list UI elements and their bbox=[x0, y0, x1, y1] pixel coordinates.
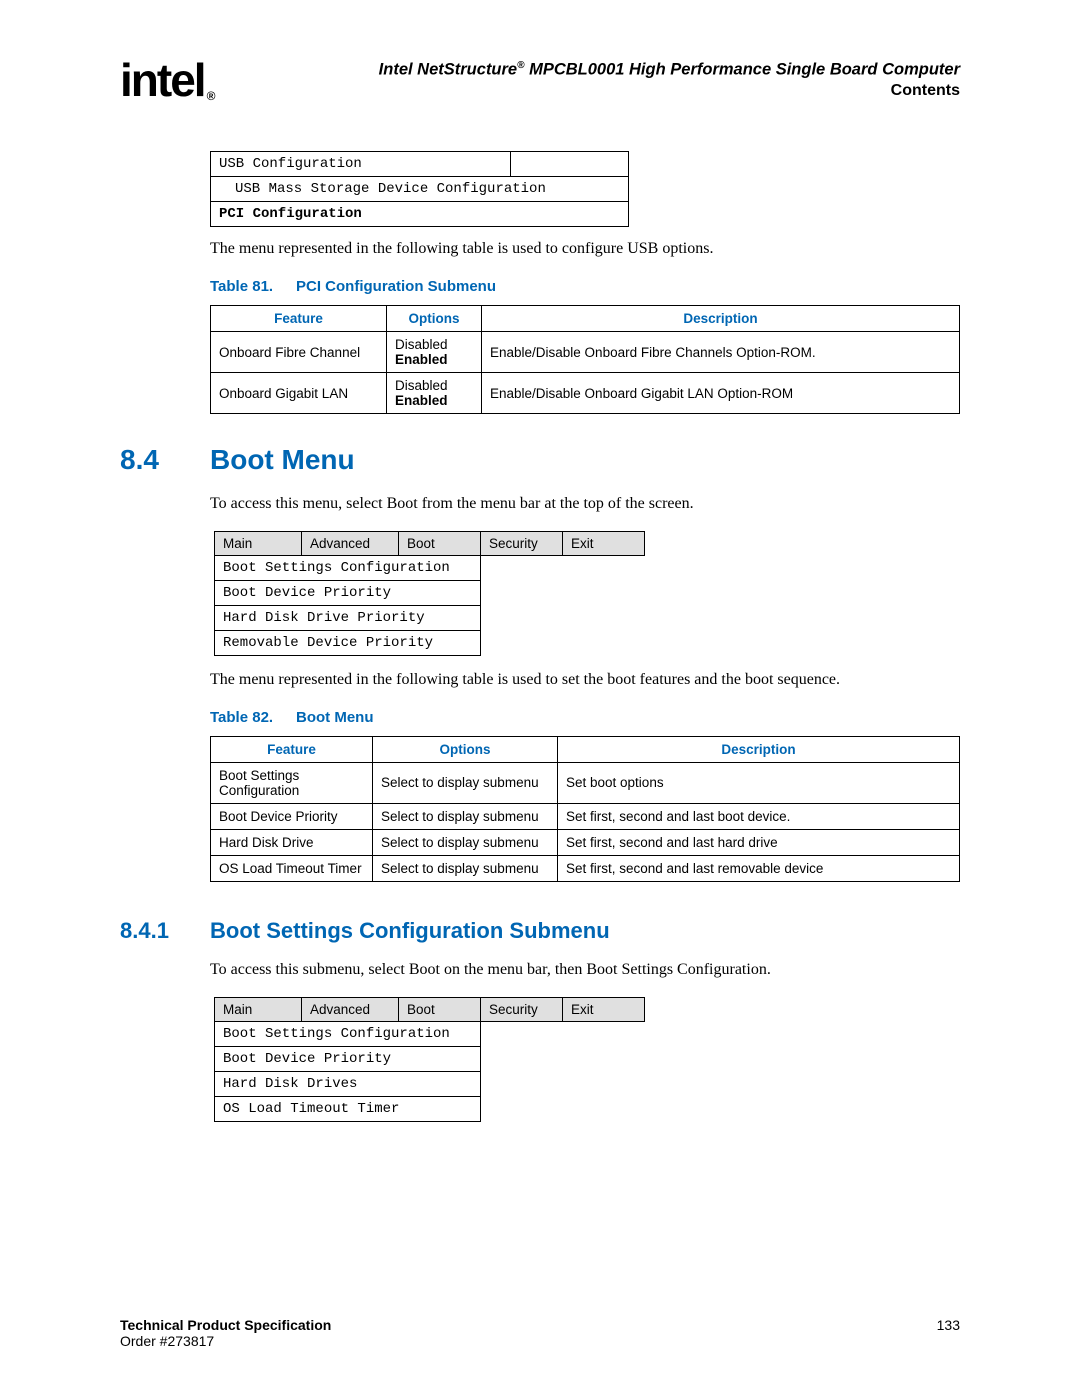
tab-main: Main bbox=[215, 997, 302, 1021]
tab-advanced: Advanced bbox=[302, 531, 399, 555]
intel-logo: intel® bbox=[120, 60, 211, 101]
tab-main: Main bbox=[215, 531, 302, 555]
tab-security: Security bbox=[481, 997, 563, 1021]
table81-caption: Table 81.PCI Configuration Submenu bbox=[210, 278, 960, 295]
table-row: Onboard Gigabit LAN DisabledEnabled Enab… bbox=[211, 373, 960, 414]
cell-options: Select to display submenu bbox=[373, 829, 558, 855]
logo-text: intel bbox=[120, 54, 205, 106]
header-text-block: Intel NetStructure® MPCBL0001 High Perfo… bbox=[241, 60, 960, 100]
cell-options: DisabledEnabled bbox=[387, 332, 482, 373]
doc-title: Intel NetStructure® MPCBL0001 High Perfo… bbox=[241, 60, 960, 80]
boot-table-paragraph: The menu represented in the following ta… bbox=[210, 670, 960, 691]
cell-desc: Set first, second and last hard drive bbox=[558, 829, 960, 855]
table82-title: Boot Menu bbox=[296, 709, 373, 726]
heading-num: 8.4.1 bbox=[120, 918, 210, 944]
cell-options: Select to display submenu bbox=[373, 803, 558, 829]
cell-feature: Onboard Fibre Channel bbox=[211, 332, 387, 373]
cell-desc: Enable/Disable Onboard Fibre Channels Op… bbox=[482, 332, 960, 373]
footer-left: Technical Product Specification Order #2… bbox=[120, 1317, 937, 1349]
menu-item: Hard Disk Drives bbox=[215, 1071, 481, 1096]
table81: Feature Options Description Onboard Fibr… bbox=[210, 305, 960, 414]
boot-settings-paragraph: To access this submenu, select Boot on t… bbox=[210, 960, 960, 981]
cell-desc: Set boot options bbox=[558, 762, 960, 803]
table-row: Feature Options Description bbox=[211, 306, 960, 332]
th-options: Options bbox=[373, 736, 558, 762]
contents-label: Contents bbox=[241, 82, 960, 100]
boot-menu-box-2: Main Advanced Boot Security Exit Boot Se… bbox=[214, 997, 645, 1122]
cell-desc: Enable/Disable Onboard Gigabit LAN Optio… bbox=[482, 373, 960, 414]
tab-exit: Exit bbox=[563, 531, 645, 555]
opt-disabled: Disabled bbox=[395, 337, 448, 352]
table82-label: Table 82. bbox=[210, 709, 296, 726]
th-description: Description bbox=[482, 306, 960, 332]
page-content: USB Configuration USB Mass Storage Devic… bbox=[210, 151, 960, 1121]
footer-order: Order #273817 bbox=[120, 1333, 214, 1349]
heading-title: Boot Menu bbox=[210, 444, 355, 475]
cell-feature: Boot Settings Configuration bbox=[211, 762, 373, 803]
menu-tabs: Main Advanced Boot Security Exit bbox=[215, 997, 645, 1021]
table-row: Onboard Fibre Channel DisabledEnabled En… bbox=[211, 332, 960, 373]
tab-advanced: Advanced bbox=[302, 997, 399, 1021]
page-header: intel® Intel NetStructure® MPCBL0001 Hig… bbox=[120, 60, 960, 101]
opt-disabled: Disabled bbox=[395, 378, 448, 393]
th-options: Options bbox=[387, 306, 482, 332]
heading-title: Boot Settings Configuration Submenu bbox=[210, 918, 610, 943]
menu-item: Removable Device Priority bbox=[215, 630, 481, 655]
table81-title: PCI Configuration Submenu bbox=[296, 278, 496, 295]
cell-feature: Onboard Gigabit LAN bbox=[211, 373, 387, 414]
menu-item: Hard Disk Drive Priority bbox=[215, 605, 481, 630]
logo-registered: ® bbox=[207, 89, 214, 103]
tab-exit: Exit bbox=[563, 997, 645, 1021]
table81-label: Table 81. bbox=[210, 278, 296, 295]
menu-pci-config: PCI Configuration bbox=[211, 202, 629, 227]
usb-pci-menu-table: USB Configuration USB Mass Storage Devic… bbox=[210, 151, 629, 227]
th-feature: Feature bbox=[211, 736, 373, 762]
boot-access-paragraph: To access this menu, select Boot from th… bbox=[210, 494, 960, 515]
menu-item: Boot Settings Configuration bbox=[215, 1021, 481, 1046]
title-post: MPCBL0001 High Performance Single Board … bbox=[524, 61, 960, 79]
table-row: OS Load Timeout Timer Select to display … bbox=[211, 855, 960, 881]
th-feature: Feature bbox=[211, 306, 387, 332]
menu-item: Boot Settings Configuration bbox=[215, 555, 481, 580]
heading-num: 8.4 bbox=[120, 444, 210, 476]
cell-options: Select to display submenu bbox=[373, 855, 558, 881]
table82: Feature Options Description Boot Setting… bbox=[210, 736, 960, 882]
heading-8-4-1: 8.4.1Boot Settings Configuration Submenu bbox=[120, 918, 960, 944]
table-row: Feature Options Description bbox=[211, 736, 960, 762]
tab-security: Security bbox=[481, 531, 563, 555]
cell-feature: Hard Disk Drive bbox=[211, 829, 373, 855]
tab-boot: Boot bbox=[399, 531, 481, 555]
menu-usb-mass-storage: USB Mass Storage Device Configuration bbox=[211, 177, 629, 202]
boot-menu-box-1: Main Advanced Boot Security Exit Boot Se… bbox=[214, 531, 645, 656]
opt-enabled: Enabled bbox=[395, 352, 448, 367]
page-footer: Technical Product Specification Order #2… bbox=[120, 1317, 960, 1349]
page-number: 133 bbox=[937, 1317, 960, 1333]
menu-item: OS Load Timeout Timer bbox=[215, 1096, 481, 1121]
cell-options: DisabledEnabled bbox=[387, 373, 482, 414]
menu-item: Boot Device Priority bbox=[215, 1046, 481, 1071]
heading-8-4: 8.4Boot Menu bbox=[120, 444, 960, 476]
table-row: Hard Disk Drive Select to display submen… bbox=[211, 829, 960, 855]
cell-options: Select to display submenu bbox=[373, 762, 558, 803]
menu-tabs: Main Advanced Boot Security Exit bbox=[215, 531, 645, 555]
table-row: Boot Settings Configuration Select to di… bbox=[211, 762, 960, 803]
cell-desc: Set first, second and last boot device. bbox=[558, 803, 960, 829]
cell-feature: Boot Device Priority bbox=[211, 803, 373, 829]
tab-boot: Boot bbox=[399, 997, 481, 1021]
title-pre: Intel NetStructure bbox=[379, 61, 517, 79]
menu-usb-config: USB Configuration bbox=[211, 152, 511, 177]
table82-caption: Table 82.Boot Menu bbox=[210, 709, 960, 726]
menu-item: Boot Device Priority bbox=[215, 580, 481, 605]
table-row: Boot Device Priority Select to display s… bbox=[211, 803, 960, 829]
th-description: Description bbox=[558, 736, 960, 762]
footer-tps: Technical Product Specification bbox=[120, 1317, 331, 1333]
cell-feature: OS Load Timeout Timer bbox=[211, 855, 373, 881]
cell-desc: Set first, second and last removable dev… bbox=[558, 855, 960, 881]
opt-enabled: Enabled bbox=[395, 393, 448, 408]
usb-paragraph: The menu represented in the following ta… bbox=[210, 239, 960, 260]
